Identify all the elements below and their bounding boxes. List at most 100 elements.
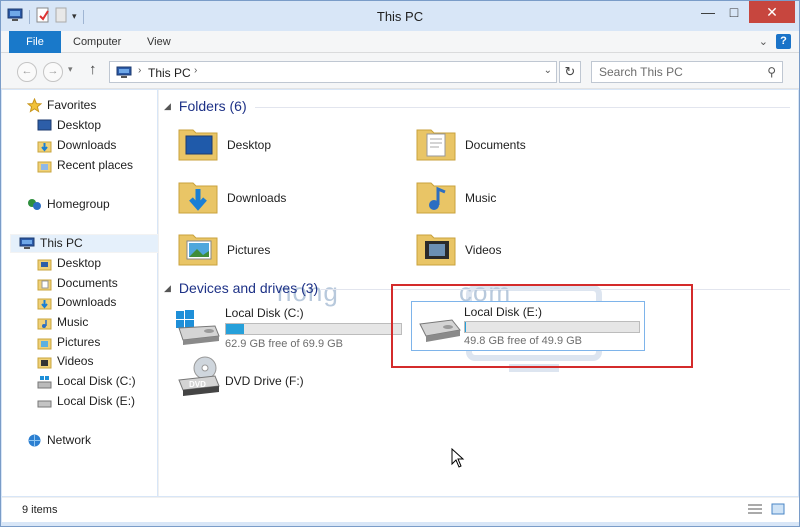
- folder-tile-desktop[interactable]: Desktop: [177, 122, 271, 167]
- sidebar-item-downloads[interactable]: Downloads: [36, 136, 116, 155]
- folder-icon: [36, 335, 52, 351]
- sidebar-item-recent-places[interactable]: Recent places: [36, 156, 133, 175]
- drive-free-space: 62.9 GB free of 69.9 GB: [225, 338, 344, 350]
- folder-name: Desktop: [227, 137, 272, 152]
- search-box[interactable]: ⚲: [591, 61, 783, 83]
- sidebar-item-network[interactable]: Network: [26, 431, 91, 450]
- back-button[interactable]: ←: [17, 62, 37, 82]
- folder-name: Downloads: [227, 190, 287, 205]
- address-bar[interactable]: › This PC › ⌄: [109, 61, 557, 83]
- pc-icon: [116, 66, 132, 82]
- drive-tile-e[interactable]: Local Disk (E:) 49.8 GB free of 49.9 GB: [411, 301, 645, 351]
- folder-icon: [36, 256, 52, 272]
- breadcrumb[interactable]: This PC: [148, 66, 191, 80]
- folder-icon: [36, 295, 52, 311]
- drive-tile-c[interactable]: Local Disk (C:) 62.9 GB free of 69.9 GB: [175, 304, 407, 350]
- sidebar-item-label: Downloads: [57, 295, 117, 309]
- close-button[interactable]: ✕: [749, 1, 795, 23]
- drive-name: Local Disk (C:): [225, 306, 304, 320]
- folder-tile-documents[interactable]: Documents: [415, 122, 526, 167]
- dvd-drive-icon: DVD: [175, 356, 221, 403]
- sidebar-item-label: Videos: [57, 354, 94, 368]
- svg-text:DVD: DVD: [189, 380, 206, 389]
- folder-name: Videos: [465, 242, 502, 257]
- sidebar-item-homegroup[interactable]: Homegroup: [26, 195, 110, 214]
- sidebar-item-this-pc[interactable]: This PC: [10, 234, 162, 253]
- sidebar-item-downloads[interactable]: Downloads: [36, 293, 116, 312]
- chevron-down-icon[interactable]: ⌄: [544, 65, 552, 76]
- folder-name: Documents: [465, 137, 526, 152]
- music-folder-icon: [415, 175, 457, 220]
- sidebar-item-label: This PC: [40, 236, 83, 250]
- forward-button[interactable]: →: [43, 62, 63, 82]
- drive-usage-bar: [464, 321, 640, 333]
- folder-tile-downloads[interactable]: Downloads: [177, 175, 286, 220]
- downloads-folder-icon: [36, 138, 52, 154]
- item-count: 9 items: [22, 504, 58, 516]
- sidebar-item-desktop[interactable]: Desktop: [36, 254, 101, 273]
- sidebar-item-label: Local Disk (E:): [57, 394, 136, 408]
- homegroup-icon: [26, 197, 42, 213]
- sidebar-item-label: Favorites: [47, 98, 97, 112]
- sidebar-item-label: Local Disk (C:): [57, 374, 136, 388]
- chevron-right-icon[interactable]: ›: [138, 65, 141, 76]
- folder-icon: [36, 315, 52, 331]
- sidebar-item-desktop[interactable]: Desktop: [36, 116, 101, 135]
- sidebar-item-favorites[interactable]: Favorites: [26, 96, 96, 115]
- windows-drive-icon: [175, 306, 221, 349]
- downloads-folder-icon: [177, 175, 219, 220]
- desktop-folder-icon: [177, 122, 219, 167]
- status-bar: 9 items: [2, 497, 799, 522]
- folder-tile-music[interactable]: Music: [415, 175, 496, 220]
- sidebar-item-label: Recent places: [57, 158, 134, 172]
- maximize-button[interactable]: □: [721, 1, 747, 23]
- refresh-button[interactable]: ↻: [559, 61, 581, 83]
- details-view-icon[interactable]: [747, 503, 763, 518]
- folder-icon: [36, 354, 52, 370]
- sidebar-item-label: Desktop: [57, 118, 102, 132]
- sidebar-item-label: Desktop: [57, 256, 102, 270]
- sidebar-item-label: Pictures: [57, 335, 101, 349]
- windows-drive-icon: [36, 374, 52, 390]
- search-icon[interactable]: ⚲: [767, 65, 776, 79]
- folder-tile-videos[interactable]: Videos: [415, 227, 501, 272]
- folders-group-header[interactable]: ◢ Folders (6): [164, 98, 247, 114]
- search-input[interactable]: [592, 62, 757, 82]
- group-title: Folders (6): [178, 98, 247, 114]
- desktop-icon: [36, 118, 52, 134]
- sidebar-item-pictures[interactable]: Pictures: [36, 333, 100, 352]
- folder-name: Music: [465, 190, 497, 205]
- help-icon[interactable]: ?: [776, 34, 791, 49]
- folder-name: Pictures: [227, 242, 271, 257]
- chevron-down-icon: ◢: [164, 282, 171, 293]
- documents-folder-icon: [415, 122, 457, 167]
- sidebar-item-label: Downloads: [57, 138, 117, 152]
- up-button[interactable]: ↑: [89, 61, 97, 78]
- drives-group-header[interactable]: ◢ Devices and drives (3): [164, 280, 318, 296]
- window-title: This PC: [376, 9, 424, 24]
- tab-view[interactable]: View: [135, 31, 183, 53]
- drive-usage-bar: [225, 323, 402, 335]
- chevron-right-icon[interactable]: ›: [194, 65, 197, 76]
- tab-file[interactable]: File: [9, 31, 61, 53]
- recent-locations-icon[interactable]: ▾: [68, 64, 73, 75]
- group-title: Devices and drives (3): [178, 280, 319, 296]
- sidebar-item-documents[interactable]: Documents: [36, 274, 118, 293]
- drive-tile-dvd[interactable]: DVD DVD Drive (F:): [175, 356, 375, 404]
- chevron-down-icon: ◢: [164, 100, 171, 111]
- sidebar-item-label: Documents: [57, 276, 118, 290]
- sidebar-item-local-disk-c[interactable]: Local Disk (C:): [36, 372, 136, 391]
- videos-folder-icon: [415, 227, 457, 272]
- navigation-bar: ← → ▾ ↑ › This PC › ⌄ ↻ ⚲: [1, 53, 799, 89]
- pc-icon: [19, 236, 35, 252]
- large-icons-view-icon[interactable]: [771, 503, 785, 518]
- expand-ribbon-icon[interactable]: ⌄: [759, 35, 768, 48]
- sidebar-item-local-disk-e[interactable]: Local Disk (E:): [36, 392, 135, 411]
- recent-places-icon: [36, 158, 52, 174]
- tab-computer[interactable]: Computer: [61, 31, 133, 53]
- folder-tile-pictures[interactable]: Pictures: [177, 227, 270, 272]
- sidebar-item-videos[interactable]: Videos: [36, 352, 93, 371]
- sidebar-item-music[interactable]: Music: [36, 313, 88, 332]
- minimize-button[interactable]: —: [695, 1, 721, 23]
- drive-name: Local Disk (E:): [464, 305, 543, 319]
